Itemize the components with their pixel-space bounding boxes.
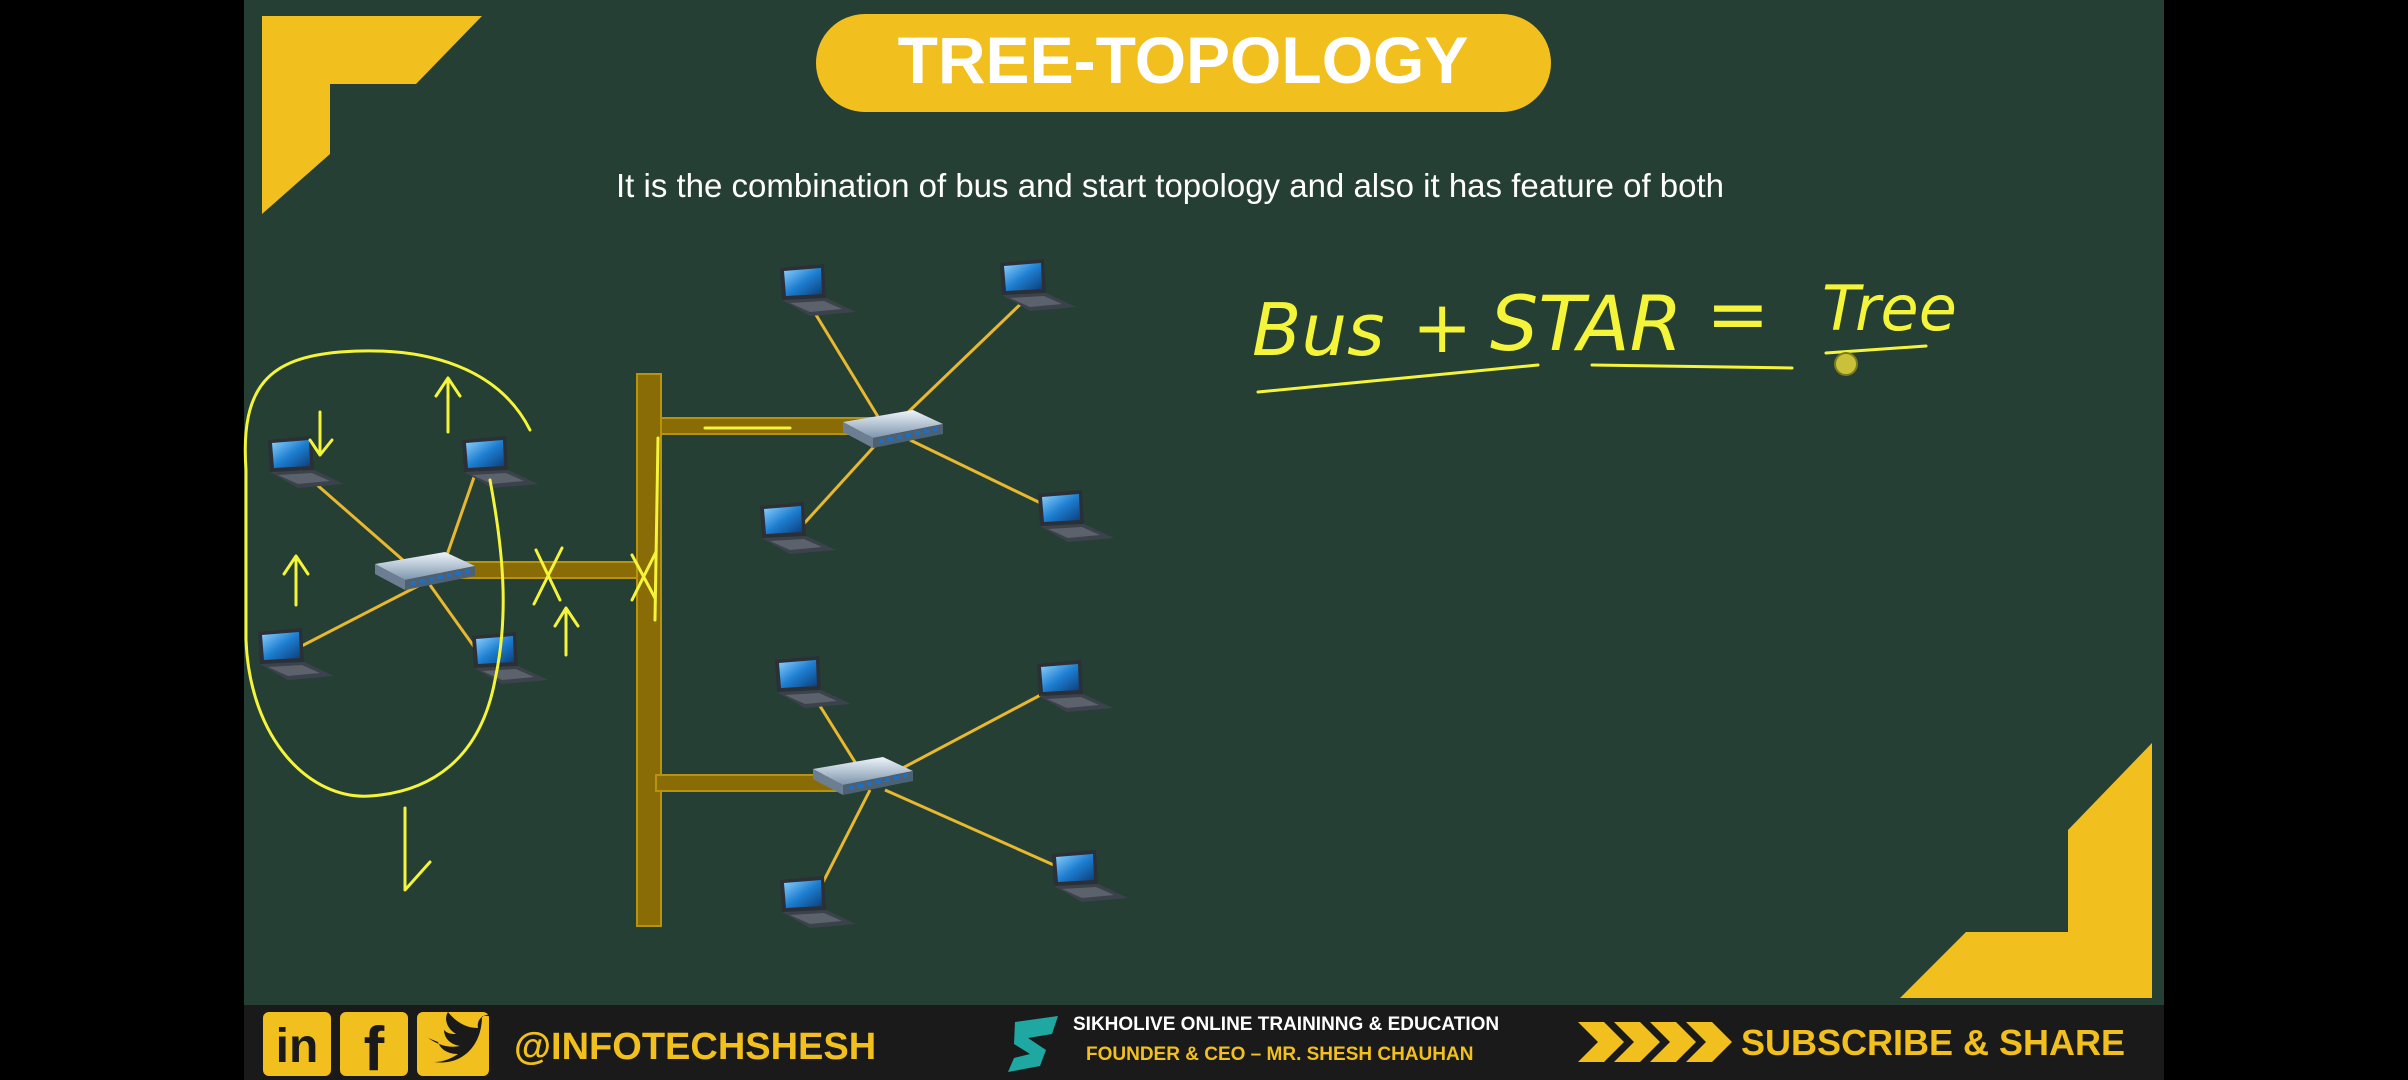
social-handle[interactable]: @INFOTECHSHESH <box>514 1026 876 1068</box>
handwritten-equals: = <box>1706 269 1770 358</box>
linkedin-icon[interactable]: in <box>263 1012 331 1076</box>
handwritten-plus: + <box>1412 285 1472 369</box>
page-title: TREE-TOPOLOGY <box>898 23 1469 97</box>
chalkboard <box>244 0 2164 1005</box>
svg-text:in: in <box>276 1020 319 1073</box>
handwritten-bus: Bus <box>1252 288 1385 372</box>
handwritten-star: STAR <box>1490 279 1683 368</box>
subscribe-share-cta[interactable]: SUBSCRIBE & SHARE <box>1741 1022 2125 1063</box>
slide-subtitle: It is the combination of bus and start t… <box>616 167 1724 204</box>
svg-text:f: f <box>364 1015 385 1080</box>
org-name: SIKHOLIVE ONLINE TRAININNG & EDUCATION <box>1073 1014 1499 1035</box>
facebook-icon[interactable]: f <box>340 1012 408 1080</box>
handwritten-tree: Tree <box>1822 272 1957 345</box>
twitter-icon[interactable] <box>417 1012 494 1076</box>
slide-canvas: TREE-TOPOLOGY It is the combination of b… <box>243 0 2164 1080</box>
founder-line: FOUNDER & CEO – MR. SHESH CHAUHAN <box>1086 1044 1473 1065</box>
pointer-cursor <box>1834 352 1858 376</box>
